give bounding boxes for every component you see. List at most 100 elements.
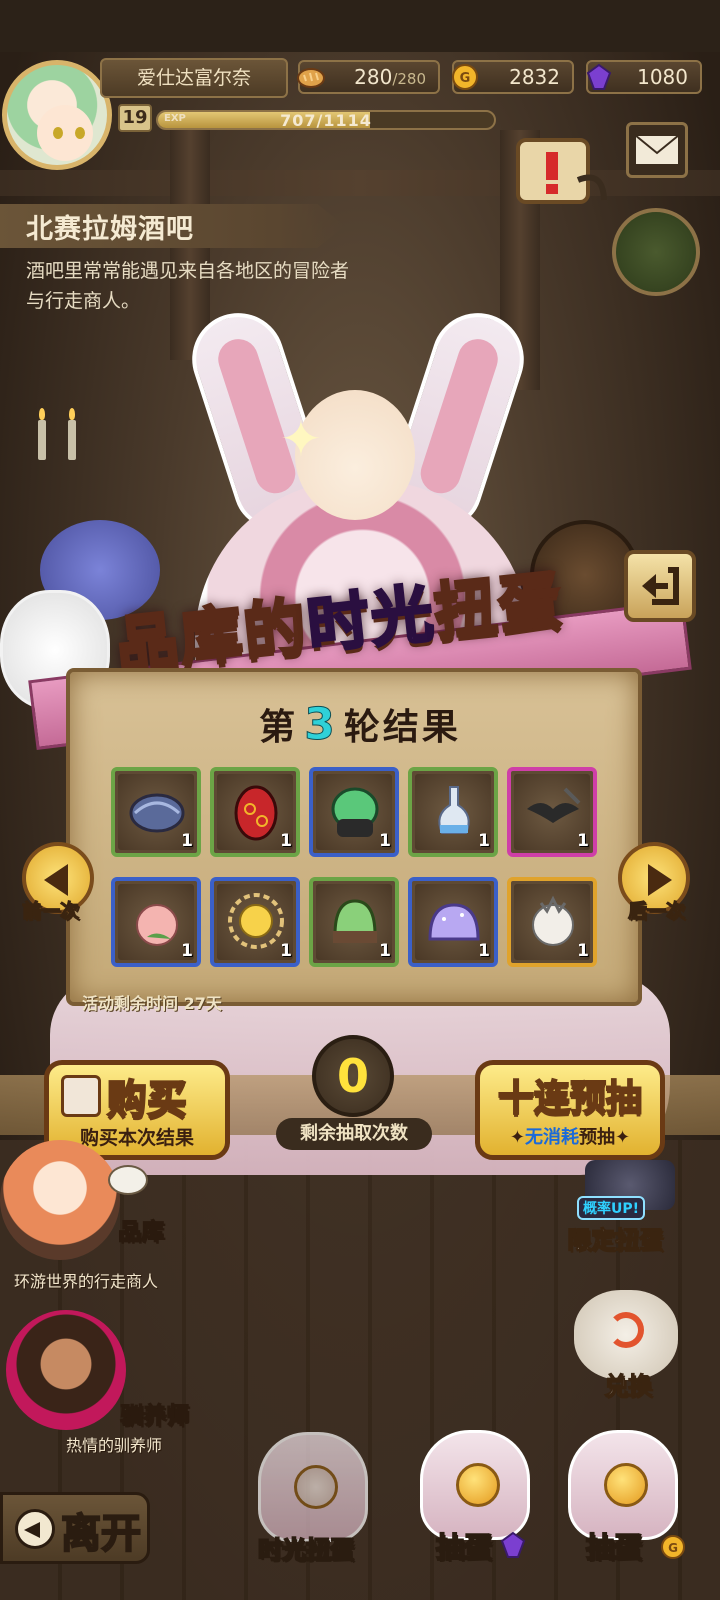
gem-value: 1080	[637, 65, 688, 89]
avatar-eye	[75, 127, 85, 139]
gold-coin-icon: G	[661, 1535, 685, 1559]
result-item-slot[interactable]: 1	[210, 877, 300, 967]
bread-value: 280	[354, 65, 393, 89]
draw-gem-machine[interactable]	[420, 1430, 530, 1540]
result-item-slot[interactable]: 1	[408, 877, 498, 967]
result-item-slot[interactable]: 1	[507, 767, 597, 857]
player-avatar[interactable]	[2, 60, 112, 170]
draw-gold-machine[interactable]	[568, 1430, 678, 1540]
return-button[interactable]	[624, 550, 696, 622]
purple-gem-icon	[586, 63, 612, 90]
item-quantity: 1	[181, 831, 193, 851]
npc-pinku-name[interactable]: 品库	[118, 1212, 165, 1246]
bread-max: /280	[392, 70, 426, 88]
back-arrow-icon	[15, 1509, 55, 1549]
prev-round-label[interactable]: 前一次	[21, 896, 79, 923]
item-quantity: 1	[181, 941, 193, 961]
leave-button[interactable]: 离开	[0, 1492, 150, 1564]
sparkle-icon: ✦	[280, 410, 322, 468]
limited-gacha-button[interactable]: 概率UP! 限定扭蛋	[555, 1160, 695, 1260]
buy-icon	[61, 1075, 101, 1117]
shell-icon	[129, 793, 185, 833]
exp-value: 707/1114	[280, 111, 372, 130]
wood-beam	[0, 170, 720, 196]
location-title: 北赛拉姆酒吧	[26, 214, 194, 245]
golden-egg-icon	[456, 1463, 500, 1507]
top-strip	[0, 0, 720, 52]
ten-draw-rest: 预抽	[579, 1127, 615, 1148]
svg-text:G: G	[668, 1541, 678, 1555]
item-quantity: 1	[379, 831, 391, 851]
item-quantity: 1	[577, 941, 589, 961]
result-item-slot[interactable]: 1	[408, 767, 498, 857]
leave-label: 离开	[60, 1510, 142, 1558]
gacha-title-highlight: 时光	[302, 575, 440, 664]
next-round-label[interactable]: 后一次	[627, 896, 685, 923]
green-slime-icon	[333, 899, 377, 943]
return-arrow-icon	[642, 567, 679, 605]
gold-value: 2832	[509, 65, 560, 89]
right-arrow-icon	[648, 864, 672, 896]
item-quantity: 1	[280, 941, 292, 961]
exchange-label[interactable]: 兑换	[604, 1366, 653, 1401]
red-egg-icon	[234, 785, 278, 841]
item-quantity: 1	[478, 831, 490, 851]
candle-icon	[68, 408, 76, 460]
candle-icon	[38, 408, 46, 460]
event-time: 活动剩余时间 27天	[82, 994, 222, 1013]
bat-trident-icon	[527, 787, 581, 823]
ten-draw-title: 十连预抽	[497, 1077, 643, 1120]
left-arrow-icon	[44, 864, 68, 896]
round-suffix: 轮结果	[343, 707, 461, 748]
draw-gold-label[interactable]: 抽蛋	[585, 1526, 643, 1566]
result-item-slot[interactable]: 1	[507, 877, 597, 967]
npc-pinku-portrait[interactable]	[0, 1140, 120, 1260]
exp-bar: EXP 707/1114	[156, 110, 496, 130]
peach-icon	[136, 904, 178, 946]
limited-gacha-label: 限定扭蛋	[567, 1226, 664, 1255]
result-item-slot[interactable]: 1	[111, 877, 201, 967]
backpack-icon[interactable]	[612, 208, 700, 296]
round-prefix: 第	[259, 707, 299, 748]
quest-scroll-icon[interactable]	[508, 130, 608, 220]
remaining-label: 剩余抽取次数	[276, 1118, 432, 1150]
round-title: 第 3 轮结果	[0, 698, 720, 751]
time-gacha-tab[interactable]	[258, 1432, 368, 1542]
player-name: 爱仕达富尔奈	[100, 58, 288, 98]
item-quantity: 1	[577, 831, 589, 851]
gold-coin-icon: G	[452, 64, 478, 90]
ten-draw-preview-button[interactable]: 十连预抽 ✦无消耗预抽✦	[475, 1060, 665, 1160]
gem-counter[interactable]: 1080	[586, 60, 702, 94]
gold-counter[interactable]: G 2832	[452, 60, 574, 94]
white-bunny-crown-icon	[532, 895, 574, 946]
npc-trainer-name[interactable]: 驯养师	[120, 1396, 190, 1430]
npc-trainer-portrait[interactable]	[6, 1310, 126, 1430]
svg-text:G: G	[460, 71, 471, 86]
envelope-icon	[634, 134, 680, 166]
avatar-eye	[53, 127, 63, 139]
result-item-slot[interactable]: 1	[309, 767, 399, 857]
sun-icon	[228, 893, 284, 949]
ten-draw-subtitle: ✦无消耗预抽✦	[509, 1127, 631, 1148]
buy-title: 购买	[106, 1076, 188, 1124]
purple-slime-icon	[428, 903, 480, 941]
npc-pinku-desc: 环游世界的行走商人	[14, 1272, 159, 1291]
mail-icon[interactable]	[626, 122, 688, 178]
location-description: 酒吧里常常能遇见来自各地区的冒险者与行走商人。	[26, 260, 350, 312]
bread-icon	[297, 68, 325, 88]
result-item-slot[interactable]: 1	[111, 767, 201, 857]
item-quantity: 1	[478, 941, 490, 961]
result-item-slot[interactable]: 1	[210, 767, 300, 857]
golden-egg-icon	[604, 1463, 648, 1507]
draw-gem-label[interactable]: 抽蛋	[435, 1526, 493, 1566]
rate-up-badge: 概率UP!	[577, 1196, 646, 1220]
remaining-count: 0	[312, 1035, 394, 1117]
purple-gem-icon	[500, 1532, 526, 1558]
time-gacha-label[interactable]: 时光扭蛋	[257, 1530, 355, 1565]
item-quantity: 1	[379, 941, 391, 961]
exchange-arrows-icon	[608, 1312, 644, 1348]
result-item-slot[interactable]: 1	[309, 877, 399, 967]
bread-counter[interactable]: 280/280	[297, 60, 440, 94]
chat-bubble-icon[interactable]	[108, 1165, 148, 1195]
gacha-title-part2: 扭蛋	[429, 561, 567, 650]
